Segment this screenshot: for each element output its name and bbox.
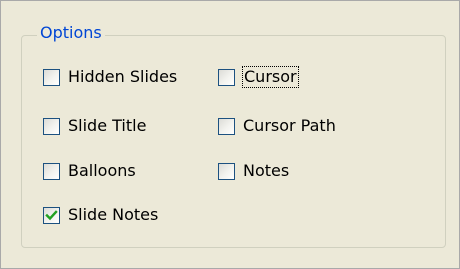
notes-label: Notes (243, 161, 290, 180)
hidden-slides-checkbox[interactable] (43, 68, 60, 86)
cursor-path-label: Cursor Path (243, 116, 336, 135)
slide-notes-checkbox[interactable] (43, 206, 60, 224)
notes-checkbox[interactable] (218, 162, 235, 180)
options-group-title: Options (37, 22, 105, 44)
option-slide-title[interactable]: Slide Title (43, 114, 146, 138)
option-balloons[interactable]: Balloons (43, 159, 136, 183)
slide-notes-label: Slide Notes (68, 205, 159, 224)
balloons-label: Balloons (68, 161, 136, 180)
balloons-checkbox[interactable] (43, 162, 60, 180)
options-panel: Options Hidden Slides Slide Title Balloo… (0, 0, 460, 269)
option-slide-notes[interactable]: Slide Notes (43, 203, 158, 227)
cursor-label: Cursor (242, 66, 299, 88)
checkmark-icon (45, 209, 58, 220)
slide-title-label: Slide Title (68, 116, 147, 135)
option-notes[interactable]: Notes (218, 159, 289, 183)
option-hidden-slides[interactable]: Hidden Slides (43, 65, 177, 89)
cursor-path-checkbox[interactable] (218, 117, 235, 135)
slide-title-checkbox[interactable] (43, 117, 60, 135)
option-cursor[interactable]: Cursor (218, 65, 299, 89)
hidden-slides-label: Hidden Slides (68, 67, 178, 86)
option-cursor-path[interactable]: Cursor Path (218, 114, 336, 138)
cursor-checkbox[interactable] (218, 68, 235, 86)
